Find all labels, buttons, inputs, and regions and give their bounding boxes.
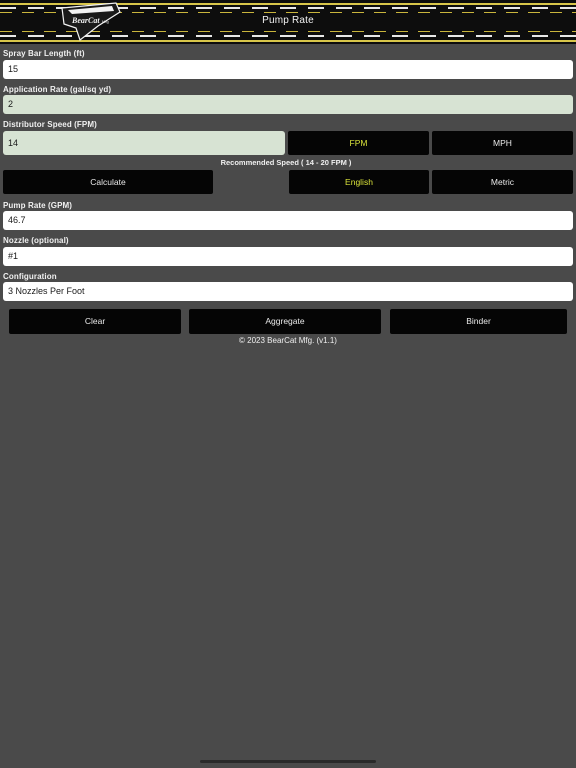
copyright-footer: © 2023 BearCat Mfg. (v1.1) [239, 336, 337, 345]
application-rate-label: Application Rate (gal/sq yd) [3, 85, 112, 94]
home-indicator[interactable] [200, 760, 376, 763]
aggregate-button[interactable]: Aggregate [189, 309, 381, 334]
nozzle-input[interactable]: #1 [3, 247, 573, 266]
clear-button[interactable]: Clear [9, 309, 181, 334]
distributor-speed-label: Distributor Speed (FPM) [3, 120, 97, 129]
application-rate-input[interactable]: 2 [3, 95, 573, 114]
header-banner: Pump Rate BearCat Mfg [0, 0, 576, 44]
recommended-speed-text: Recommended Speed ( 14 - 20 FPM ) [220, 158, 352, 167]
spray-bar-length-label: Spray Bar Length (ft) [3, 49, 85, 58]
bearcat-logo: BearCat Mfg [61, 2, 121, 41]
english-units-button[interactable]: English [289, 170, 429, 194]
spray-bar-length-input[interactable]: 15 [3, 60, 573, 79]
svg-text:BearCat: BearCat [71, 16, 100, 25]
pump-rate-output: 46.7 [3, 211, 573, 230]
fpm-unit-button[interactable]: FPM [288, 131, 429, 155]
nozzle-label: Nozzle (optional) [3, 236, 69, 245]
binder-button[interactable]: Binder [390, 309, 567, 334]
metric-units-button[interactable]: Metric [432, 170, 573, 194]
pump-rate-label: Pump Rate (GPM) [3, 201, 73, 210]
mph-unit-button[interactable]: MPH [432, 131, 573, 155]
configuration-label: Configuration [3, 272, 57, 281]
distributor-speed-input[interactable]: 14 [3, 131, 285, 155]
calculate-button[interactable]: Calculate [3, 170, 213, 194]
configuration-select[interactable]: 3 Nozzles Per Foot [3, 282, 573, 301]
svg-text:Mfg: Mfg [102, 19, 109, 24]
